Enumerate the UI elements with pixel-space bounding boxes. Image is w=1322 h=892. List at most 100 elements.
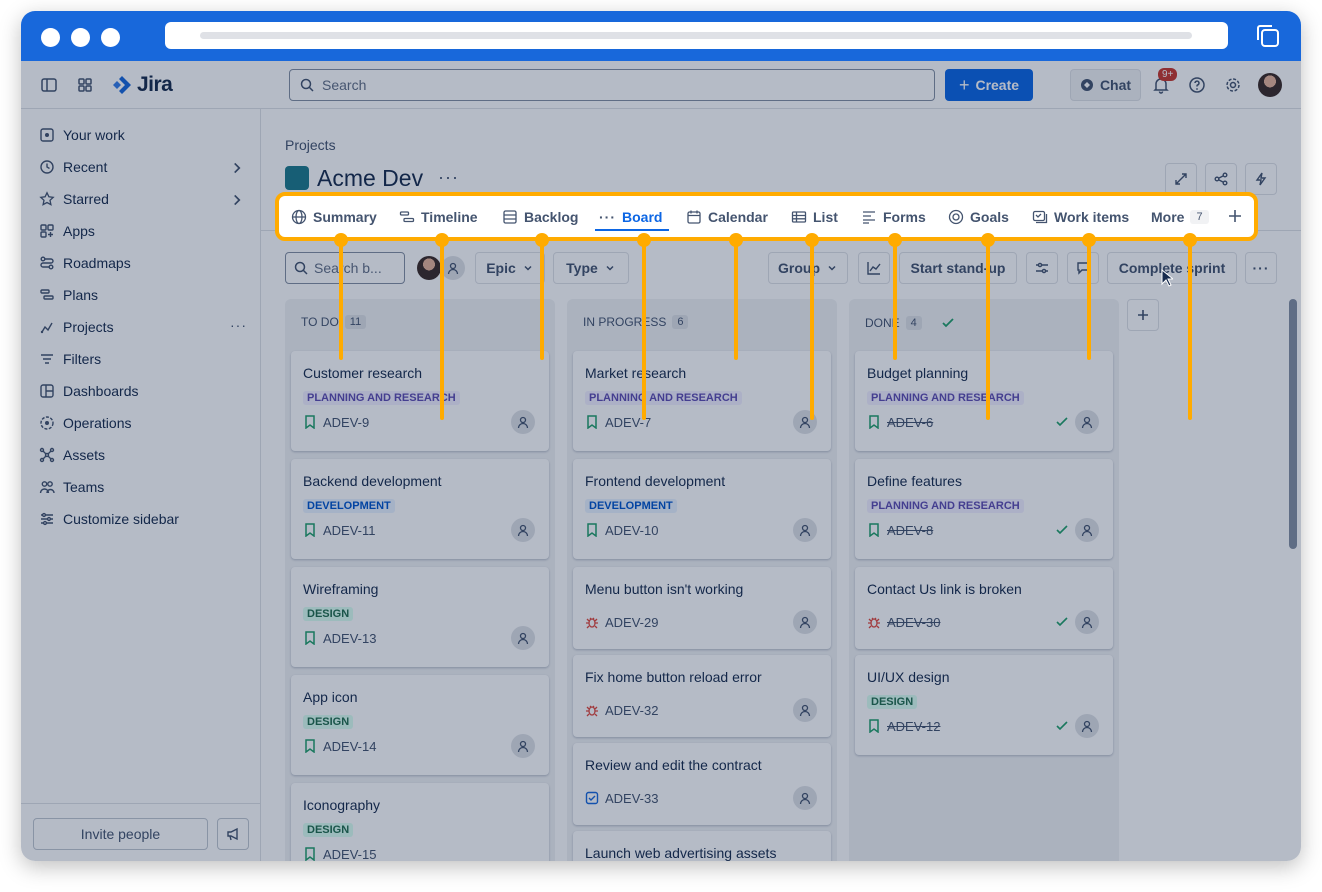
board-card[interactable]: Iconography DESIGN ADEV-15: [291, 783, 549, 861]
tab-work-items[interactable]: Work items: [1032, 206, 1129, 228]
user-avatar[interactable]: [1258, 73, 1282, 97]
board-card[interactable]: Budget planning PLANNING AND RESEARCH AD…: [855, 351, 1113, 451]
window-minimize-dot[interactable]: [71, 28, 90, 47]
projects-more-icon[interactable]: ···: [230, 317, 247, 333]
help-icon[interactable]: [1188, 76, 1206, 94]
board-card[interactable]: Wireframing DESIGN ADEV-13: [291, 567, 549, 667]
card-assignee[interactable]: [793, 786, 817, 810]
assignee-avatar-filter[interactable]: [417, 256, 441, 280]
board-card[interactable]: Review and edit the contract ADEV-33: [573, 743, 831, 825]
story-icon: [587, 523, 597, 537]
card-assignee[interactable]: [793, 610, 817, 634]
comments-button[interactable]: [1067, 252, 1099, 284]
board-more-button[interactable]: ···: [1245, 252, 1277, 284]
sidebar-item-projects[interactable]: Projects ···: [39, 311, 249, 343]
sidebar-item-assets[interactable]: Assets: [39, 439, 249, 471]
start-standup-button[interactable]: Start stand-up: [899, 252, 1017, 284]
sidebar-item-your-work[interactable]: Your work: [39, 119, 249, 151]
card-assignee[interactable]: [1075, 410, 1099, 434]
card-key-text: ADEV-13: [323, 630, 377, 646]
jira-logo[interactable]: Jira: [111, 73, 173, 96]
board-card[interactable]: UI/UX design DESIGN ADEV-12: [855, 655, 1113, 755]
chevron-right-icon[interactable]: [229, 160, 245, 176]
chart-icon: [867, 262, 881, 275]
window-close-dot[interactable]: [41, 28, 60, 47]
sidebar-item-plans[interactable]: Plans: [39, 279, 249, 311]
project-more-button[interactable]: ···: [438, 167, 459, 188]
card-assignee[interactable]: [511, 734, 535, 758]
view-settings-button[interactable]: [1026, 252, 1058, 284]
group-button[interactable]: Group: [768, 252, 848, 284]
task-icon: [585, 791, 599, 805]
tab-list[interactable]: List: [791, 206, 838, 228]
add-tab-plus-icon[interactable]: [1227, 208, 1243, 224]
epic-filter-button[interactable]: Epic: [475, 252, 545, 284]
tab-forms[interactable]: Forms: [861, 206, 926, 228]
add-column-button[interactable]: [1127, 299, 1159, 331]
card-key-text: ADEV-11: [323, 522, 376, 538]
automation-button[interactable]: [1245, 163, 1277, 195]
board-column-todo: TO DO 11 Customer research PLANNING AND R…: [285, 299, 555, 861]
board-card[interactable]: Menu button isn't working ADEV-29: [573, 567, 831, 649]
tab-board[interactable]: ··· Board: [599, 206, 662, 228]
board-card[interactable]: Frontend development DEVELOPMENT ADEV-10: [573, 459, 831, 559]
tab-backlog[interactable]: Backlog: [502, 206, 578, 228]
tab-calendar[interactable]: Calendar: [686, 206, 768, 228]
forms-icon: [863, 211, 875, 224]
megaphone-icon: [227, 827, 238, 841]
breadcrumb[interactable]: Projects: [285, 137, 336, 153]
sidebar-item-customize[interactable]: Customize sidebar: [39, 503, 249, 535]
tabs-overview-icon[interactable]: [1255, 23, 1281, 49]
card-assignee[interactable]: [1075, 714, 1099, 738]
invite-people-button[interactable]: Invite people: [33, 818, 208, 850]
card-assignee[interactable]: [511, 410, 535, 434]
board-card[interactable]: Launch web advertising assets: [573, 831, 831, 861]
feedback-button[interactable]: [217, 818, 249, 850]
sidebar-item-label: Starred: [63, 191, 109, 207]
sidebar-item-roadmaps[interactable]: Roadmaps: [39, 247, 249, 279]
board-card[interactable]: Fix home button reload error ADEV-32: [573, 655, 831, 737]
board-card[interactable]: Define features PLANNING AND RESEARCH AD…: [855, 459, 1113, 559]
board-search-input[interactable]: Search b...: [285, 252, 405, 284]
sidebar-item-recent[interactable]: Recent: [39, 151, 249, 183]
board-card[interactable]: Customer research PLANNING AND RESEARCH …: [291, 351, 549, 451]
card-assignee[interactable]: [1075, 518, 1099, 542]
share-button[interactable]: [1205, 163, 1237, 195]
sidebar-item-filters[interactable]: Filters: [39, 343, 249, 375]
card-assignee[interactable]: [511, 626, 535, 650]
board-card[interactable]: App icon DESIGN ADEV-14: [291, 675, 549, 775]
sidebar-item-teams[interactable]: Teams: [39, 471, 249, 503]
app-switcher-icon[interactable]: [76, 76, 94, 94]
board-card[interactable]: Contact Us link is broken ADEV-30: [855, 567, 1113, 649]
insights-button[interactable]: [858, 252, 890, 284]
sidebar-toggle-icon[interactable]: [40, 76, 58, 94]
chat-button[interactable]: Chat: [1070, 69, 1141, 101]
sidebar-item-operations[interactable]: Operations: [39, 407, 249, 439]
chevron-right-icon[interactable]: [229, 192, 245, 208]
tab-summary[interactable]: Summary: [291, 206, 377, 228]
card-assignee[interactable]: [511, 518, 535, 542]
global-search-input[interactable]: Search: [289, 69, 935, 101]
board-card[interactable]: Backend development DEVELOPMENT ADEV-11: [291, 459, 549, 559]
project-avatar: [285, 166, 309, 190]
sidebar-item-apps[interactable]: Apps: [39, 215, 249, 247]
tab-timeline[interactable]: Timeline: [399, 206, 478, 228]
window-maximize-dot[interactable]: [101, 28, 120, 47]
bug-icon: [586, 705, 598, 717]
create-button[interactable]: + Create: [945, 69, 1033, 101]
card-assignee[interactable]: [793, 518, 817, 542]
sidebar-item-dashboards[interactable]: Dashboards: [39, 375, 249, 407]
type-filter-button[interactable]: Type: [553, 252, 629, 284]
address-bar[interactable]: [165, 22, 1228, 49]
search-icon: [294, 261, 308, 275]
card-assignee[interactable]: [1075, 610, 1099, 634]
fullscreen-button[interactable]: [1165, 163, 1197, 195]
card-assignee[interactable]: [793, 698, 817, 722]
sidebar-item-starred[interactable]: Starred: [39, 183, 249, 215]
tab-more[interactable]: More 7: [1151, 206, 1209, 228]
settings-gear-icon[interactable]: [1224, 76, 1242, 94]
unassigned-avatar-filter[interactable]: [441, 256, 465, 280]
board-card[interactable]: Market research PLANNING AND RESEARCH AD…: [573, 351, 831, 451]
tab-goals[interactable]: Goals: [948, 206, 1009, 228]
board-scrollbar[interactable]: [1289, 299, 1297, 549]
